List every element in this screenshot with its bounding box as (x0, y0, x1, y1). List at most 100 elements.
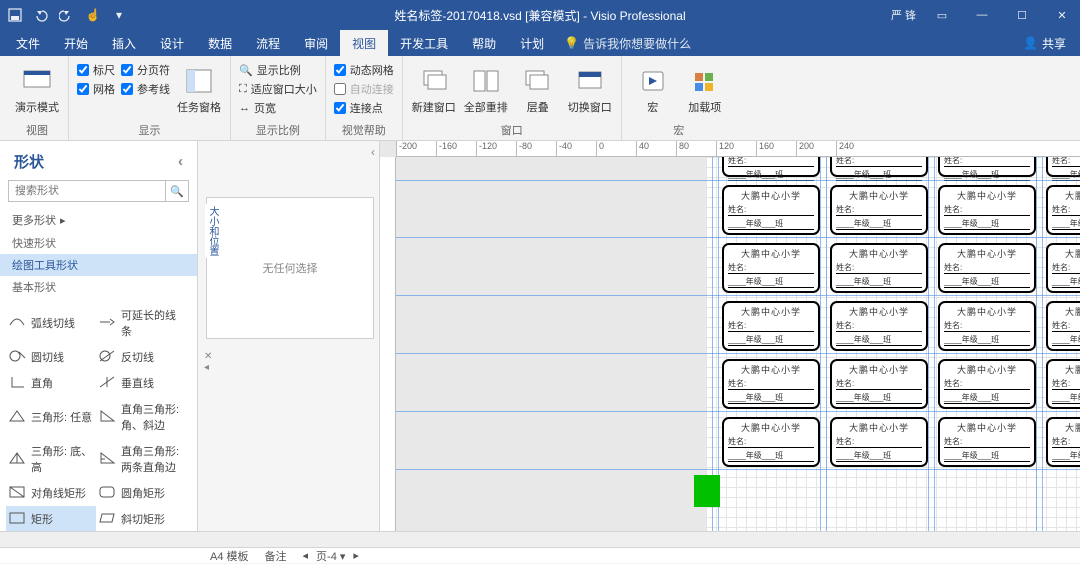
name-tag-card[interactable]: 大鹏中心小学姓名:____年级___班 (722, 185, 820, 235)
horizontal-ruler[interactable]: -200-160-120-80-4004080120160200240 (396, 141, 1080, 157)
selection-handle[interactable] (694, 475, 720, 507)
macros-button[interactable]: 宏 (630, 60, 676, 120)
notes-label[interactable]: 备注 (265, 548, 287, 564)
name-tag-card[interactable]: 大鹏中心小学姓名:____年级___班 (1046, 185, 1080, 235)
horizontal-guide[interactable] (396, 237, 1080, 238)
grid-checkbox[interactable]: 网格 (77, 81, 115, 97)
shape-search-button[interactable]: 🔍 (165, 180, 189, 202)
undo-icon[interactable] (32, 6, 50, 24)
touch-icon[interactable]: ☝ (84, 6, 102, 24)
shape-search-input[interactable] (8, 180, 165, 202)
props-collapse-icon[interactable]: ‹ (371, 145, 375, 159)
horizontal-guide[interactable] (396, 295, 1080, 296)
name-tag-card[interactable]: 姓名:____年级___班 (938, 157, 1036, 177)
name-tag-card[interactable]: 大鹏中心小学姓名:____年级___班 (830, 301, 928, 351)
drawing-canvas[interactable]: 姓名:____年级___班大鹏中心小学姓名:____年级___班大鹏中心小学姓名… (396, 157, 1080, 531)
page-template-label[interactable]: A4 模板 (210, 548, 249, 564)
pagebreak-checkbox[interactable]: 分页符 (121, 62, 170, 78)
tab-review[interactable]: 审阅 (292, 30, 340, 56)
page-width-button[interactable]: ↔ 页宽 (239, 100, 317, 116)
name-tag-card[interactable]: 大鹏中心小学姓名:____年级___班 (722, 301, 820, 351)
fit-window-button[interactable]: ⛶ 适应窗口大小 (239, 81, 317, 97)
new-window-button[interactable]: 新建窗口 (411, 60, 457, 120)
switch-window-button[interactable]: 切换窗口 (567, 60, 613, 120)
maximize-icon[interactable]: ☐ (1008, 9, 1036, 22)
horizontal-guide[interactable] (396, 180, 1080, 181)
shape-item[interactable]: 反切线 (96, 344, 186, 370)
name-tag-card[interactable]: 大鹏中心小学姓名:____年级___班 (722, 359, 820, 409)
share-button[interactable]: 👤 共享 (1009, 30, 1080, 56)
shape-item[interactable]: 直角三角形: 角、斜边 (96, 396, 186, 438)
name-tag-card[interactable]: 大鹏中心小学姓名:____年级___班 (1046, 301, 1080, 351)
auto-connect-checkbox[interactable]: 自动连接 (334, 81, 394, 97)
name-tag-card[interactable]: 大鹏中心小学姓名:____年级___班 (722, 417, 820, 467)
name-tag-card[interactable]: 大鹏中心小学姓名:____年级___班 (830, 417, 928, 467)
name-tag-card[interactable]: 姓名:____年级___班 (830, 157, 928, 177)
size-position-window[interactable]: 大小和位置 无任何选择 (206, 197, 374, 339)
page-next-icon[interactable]: ▸ (353, 549, 359, 562)
guides-checkbox[interactable]: 参考线 (121, 81, 170, 97)
tab-insert[interactable]: 插入 (100, 30, 148, 56)
task-panes-button[interactable]: 任务窗格 (176, 60, 222, 120)
vertical-guide[interactable] (1042, 157, 1043, 531)
tab-file[interactable]: 文件 (4, 30, 52, 56)
shape-item[interactable]: 圆角矩形 (96, 480, 186, 506)
stencil-basic-shapes[interactable]: 基本形状 (0, 276, 197, 298)
tab-view[interactable]: 视图 (340, 30, 388, 56)
shape-item[interactable]: 垂直线 (96, 370, 186, 396)
name-tag-card[interactable]: 姓名:____年级___班 (722, 157, 820, 177)
dynamic-grid-checkbox[interactable]: 动态网格 (334, 62, 394, 78)
name-tag-card[interactable]: 大鹏中心小学姓名:____年级___班 (938, 359, 1036, 409)
vertical-guide[interactable] (820, 157, 821, 531)
name-tag-card[interactable]: 大鹏中心小学姓名:____年级___班 (830, 185, 928, 235)
name-tag-card[interactable]: 大鹏中心小学姓名:____年级___班 (830, 243, 928, 293)
shapes-collapse-icon[interactable]: ‹ (178, 153, 183, 170)
tab-home[interactable]: 开始 (52, 30, 100, 56)
shape-item[interactable]: 三角形: 底、高 (6, 438, 96, 480)
horizontal-guide[interactable] (396, 353, 1080, 354)
name-tag-card[interactable]: 姓名:____年级___班 (1046, 157, 1080, 177)
shape-item[interactable]: 弧线切线 (6, 302, 96, 344)
shape-item[interactable]: 直角 (6, 370, 96, 396)
vertical-guide[interactable] (928, 157, 929, 531)
shape-item[interactable]: 三角形: 任意 (6, 396, 96, 438)
close-icon[interactable]: ✕ (1048, 9, 1076, 22)
tab-design[interactable]: 设计 (148, 30, 196, 56)
name-tag-card[interactable]: 大鹏中心小学姓名:____年级___班 (938, 243, 1036, 293)
tab-help[interactable]: 帮助 (460, 30, 508, 56)
horizontal-guide[interactable] (396, 411, 1080, 412)
horizontal-scrollbar[interactable] (0, 531, 1080, 547)
minimize-icon[interactable]: — (968, 9, 996, 21)
arrange-all-button[interactable]: 全部重排 (463, 60, 509, 120)
vertical-guide[interactable] (826, 157, 827, 531)
stencil-drawing-tool-shapes[interactable]: 绘图工具形状 (0, 254, 197, 276)
stencil-quick[interactable]: 快速形状 (0, 232, 197, 254)
page-prev-icon[interactable]: ◂ (303, 549, 309, 562)
cascade-button[interactable]: 层叠 (515, 60, 561, 120)
shape-item[interactable]: 圆切线 (6, 344, 96, 370)
shape-item[interactable]: 对角线矩形 (6, 480, 96, 506)
vertical-guide[interactable] (934, 157, 935, 531)
redo-icon[interactable] (58, 6, 76, 24)
shape-item[interactable]: 直角三角形: 两条直角边 (96, 438, 186, 480)
more-shapes-button[interactable]: 更多形状 ▸ (0, 208, 197, 232)
addins-button[interactable]: 加载项 (682, 60, 728, 120)
name-tag-card[interactable]: 大鹏中心小学姓名:____年级___班 (938, 185, 1036, 235)
name-tag-card[interactable]: 大鹏中心小学姓名:____年级___班 (938, 301, 1036, 351)
vertical-ruler[interactable] (380, 157, 396, 531)
size-position-tab[interactable]: 大小和位置 (205, 204, 220, 258)
name-tag-card[interactable]: 大鹏中心小学姓名:____年级___班 (938, 417, 1036, 467)
name-tag-card[interactable]: 大鹏中心小学姓名:____年级___班 (830, 359, 928, 409)
ruler-checkbox[interactable]: 标尺 (77, 62, 115, 78)
tab-data[interactable]: 数据 (196, 30, 244, 56)
horizontal-guide[interactable] (396, 469, 1080, 470)
name-tag-card[interactable]: 大鹏中心小学姓名:____年级___班 (1046, 243, 1080, 293)
ribbon-options-icon[interactable]: ▭ (928, 9, 956, 22)
name-tag-card[interactable]: 大鹏中心小学姓名:____年级___班 (1046, 417, 1080, 467)
user-name[interactable]: 严 锋 (891, 7, 916, 23)
tab-process[interactable]: 流程 (244, 30, 292, 56)
pin-icon[interactable]: ✕◂ (204, 351, 212, 373)
connection-points-checkbox[interactable]: 连接点 (334, 100, 394, 116)
tab-developer[interactable]: 开发工具 (388, 30, 460, 56)
tab-plan[interactable]: 计划 (508, 30, 556, 56)
